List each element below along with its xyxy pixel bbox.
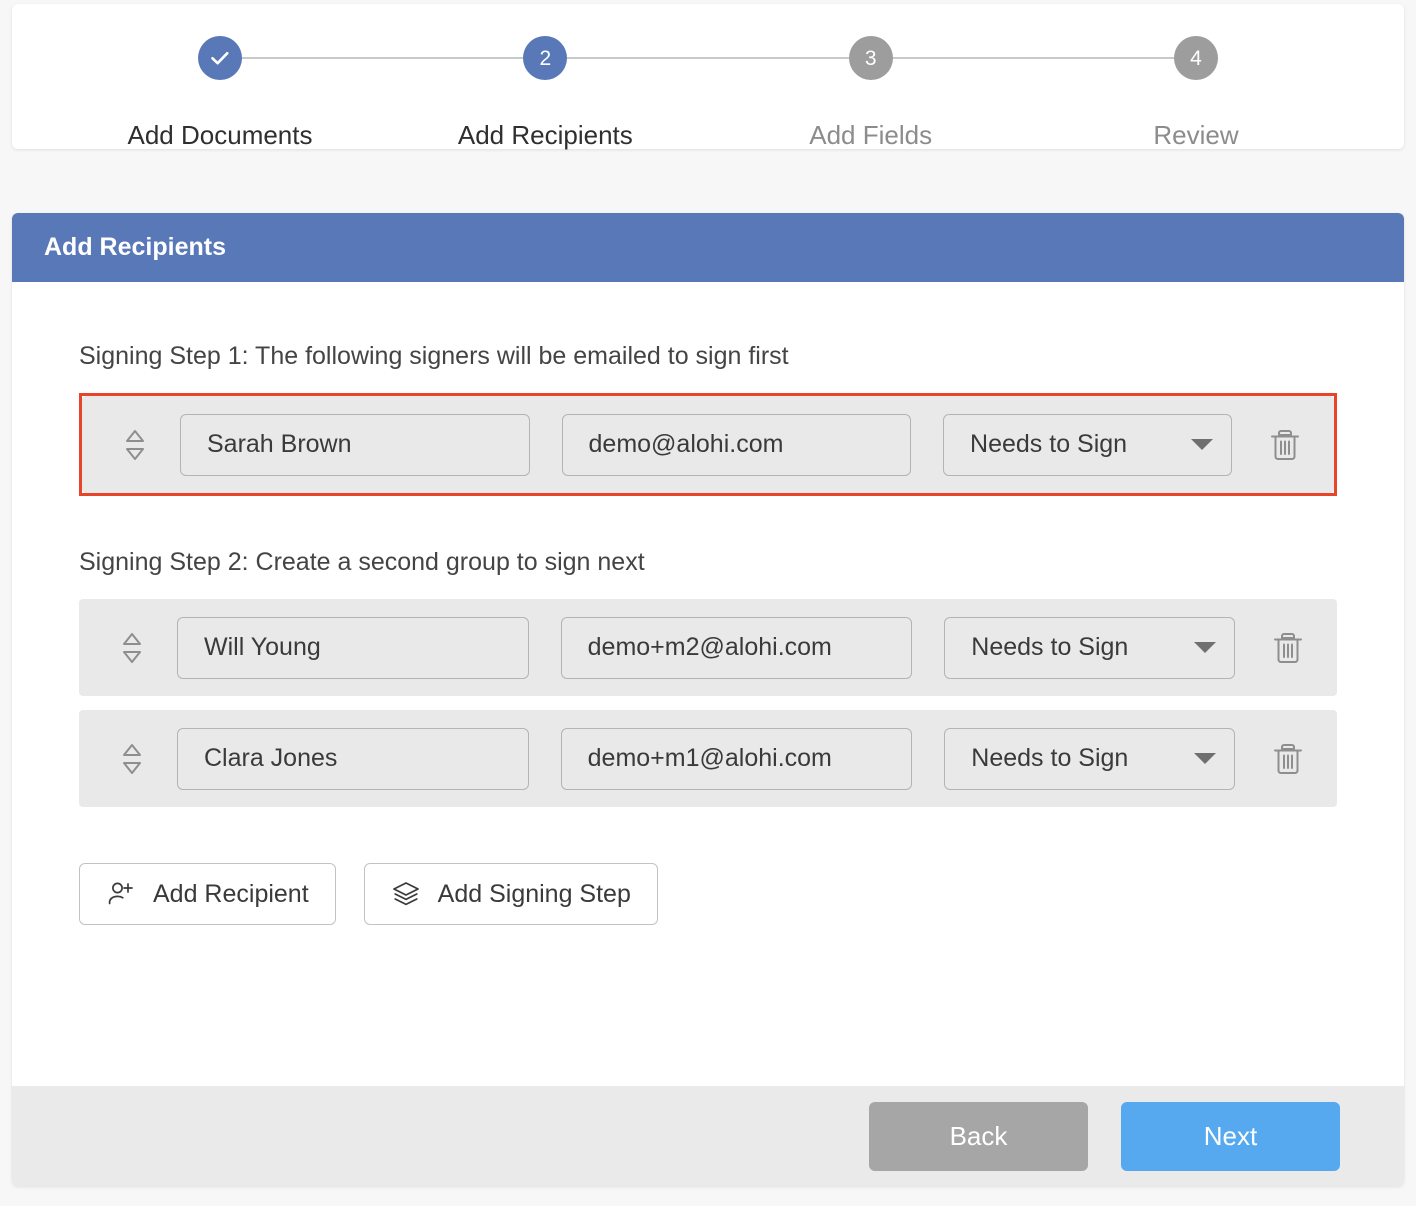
step-connector-2 <box>567 57 848 59</box>
recipient-email-value: demo@alohi.com <box>589 430 784 459</box>
drag-handle-icon[interactable] <box>115 740 149 778</box>
add-signing-step-label: Add Signing Step <box>438 880 631 909</box>
recipient-role-select[interactable]: Needs to Sign <box>944 617 1235 679</box>
signing-step-1-group: Signing Step 1: The following signers wi… <box>79 342 1337 496</box>
step-2-label: Add Recipients <box>458 120 633 151</box>
recipient-row[interactable]: Sarah Brown demo@alohi.com Needs to Sign <box>82 396 1334 493</box>
delete-recipient-button[interactable] <box>1265 736 1311 782</box>
step-review[interactable]: 4 Review <box>1174 36 1218 80</box>
step-4-circle[interactable]: 4 <box>1174 36 1218 80</box>
recipient-email-value: demo+m1@alohi.com <box>588 744 832 773</box>
step-connector-1 <box>242 57 523 59</box>
step-add-recipients[interactable]: 2 Add Recipients <box>523 36 567 80</box>
add-recipient-label: Add Recipient <box>153 880 309 909</box>
card-footer: Back Next <box>12 1086 1404 1186</box>
drag-handle-icon[interactable] <box>115 629 149 667</box>
trash-icon <box>1268 427 1302 463</box>
stepper-card: Add Documents 2 Add Recipients 3 Add Fie… <box>12 4 1404 149</box>
step-connector-3 <box>893 57 1174 59</box>
chevron-down-icon <box>1194 642 1216 653</box>
add-recipient-button[interactable]: Add Recipient <box>79 863 336 925</box>
step-2-circle[interactable]: 2 <box>523 36 567 80</box>
check-icon <box>208 46 232 70</box>
recipient-name-value: Sarah Brown <box>207 430 352 459</box>
add-recipients-card: Add Recipients Signing Step 1: The follo… <box>12 213 1404 1186</box>
recipient-role-value: Needs to Sign <box>970 430 1127 459</box>
person-plus-icon <box>106 879 136 909</box>
recipient-name-input[interactable]: Clara Jones <box>177 728 529 790</box>
recipient-row[interactable]: Will Young demo+m2@alohi.com Needs to Si… <box>79 599 1337 696</box>
step-add-fields[interactable]: 3 Add Fields <box>849 36 893 80</box>
step-4-label: Review <box>1153 120 1238 151</box>
step-1-label: Add Documents <box>128 120 313 151</box>
page-title: Add Recipients <box>44 233 226 262</box>
step-2-number: 2 <box>539 48 551 69</box>
add-signing-step-button[interactable]: Add Signing Step <box>364 863 658 925</box>
chevron-down-icon <box>1191 439 1213 450</box>
recipient-role-value: Needs to Sign <box>971 633 1128 662</box>
step-1-circle[interactable] <box>198 36 242 80</box>
step-add-documents[interactable]: Add Documents <box>198 36 242 80</box>
recipient-role-value: Needs to Sign <box>971 744 1128 773</box>
signing-step-2-rows: Will Young demo+m2@alohi.com Needs to Si… <box>79 599 1337 807</box>
card-header: Add Recipients <box>12 213 1404 282</box>
next-button[interactable]: Next <box>1121 1102 1340 1171</box>
step-3-label: Add Fields <box>809 120 932 151</box>
signing-step-2-label: Signing Step 2: Create a second group to… <box>79 548 1337 577</box>
layers-icon <box>391 879 421 909</box>
signing-step-1-rows-highlight: Sarah Brown demo@alohi.com Needs to Sign <box>79 393 1337 496</box>
recipient-email-input[interactable]: demo+m1@alohi.com <box>561 728 913 790</box>
back-button[interactable]: Back <box>869 1102 1088 1171</box>
recipient-email-input[interactable]: demo+m2@alohi.com <box>561 617 913 679</box>
card-body: Signing Step 1: The following signers wi… <box>12 282 1404 1155</box>
recipient-role-select[interactable]: Needs to Sign <box>944 728 1235 790</box>
trash-icon <box>1271 741 1305 777</box>
trash-icon <box>1271 630 1305 666</box>
recipient-role-select[interactable]: Needs to Sign <box>943 414 1232 476</box>
delete-recipient-button[interactable] <box>1262 422 1308 468</box>
recipient-email-value: demo+m2@alohi.com <box>588 633 832 662</box>
drag-handle-icon[interactable] <box>118 426 152 464</box>
signing-step-2-group: Signing Step 2: Create a second group to… <box>79 548 1337 807</box>
stepper: Add Documents 2 Add Recipients 3 Add Fie… <box>198 36 1218 80</box>
step-4-number: 4 <box>1190 48 1202 69</box>
recipient-name-input[interactable]: Sarah Brown <box>180 414 530 476</box>
signing-step-1-label: Signing Step 1: The following signers wi… <box>79 342 1337 371</box>
delete-recipient-button[interactable] <box>1265 625 1311 671</box>
step-3-number: 3 <box>865 48 877 69</box>
recipient-row[interactable]: Clara Jones demo+m1@alohi.com Needs to S… <box>79 710 1337 807</box>
chevron-down-icon <box>1194 753 1216 764</box>
recipient-name-value: Clara Jones <box>204 744 337 773</box>
recipient-actions: Add Recipient Add Signing Step <box>79 863 1337 925</box>
step-3-circle[interactable]: 3 <box>849 36 893 80</box>
recipient-name-value: Will Young <box>204 633 321 662</box>
recipient-name-input[interactable]: Will Young <box>177 617 529 679</box>
recipient-email-input[interactable]: demo@alohi.com <box>562 414 912 476</box>
